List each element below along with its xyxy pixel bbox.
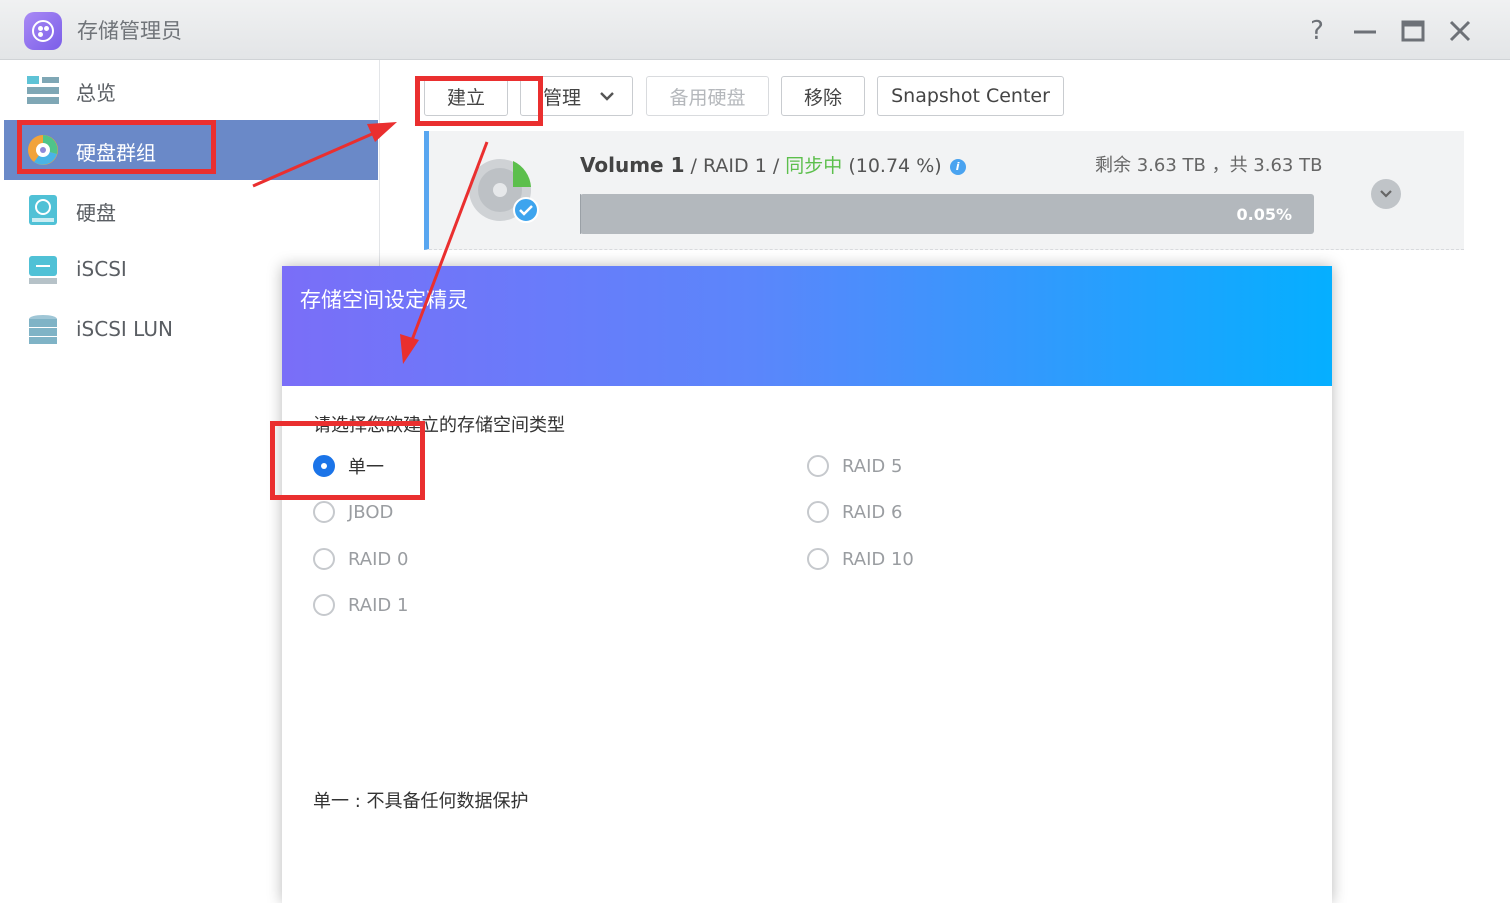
radio-label: RAID 1	[348, 594, 409, 616]
radio-circle[interactable]	[807, 548, 829, 570]
chevron-down-icon	[600, 92, 614, 101]
dialog-title: 存储空间设定精灵	[300, 288, 468, 312]
sync-percent: (10.74 %)	[848, 155, 942, 177]
sidebar-item-label: 硬盘	[76, 201, 116, 225]
iscsi-lun-icon	[29, 315, 57, 344]
manage-label: 管理	[543, 86, 582, 109]
radio-circle[interactable]	[807, 455, 829, 477]
annotation-box-create	[415, 76, 543, 126]
radio-label: RAID 0	[348, 548, 409, 570]
snapshot-center-button[interactable]: Snapshot Center	[877, 76, 1064, 116]
radio-jbod[interactable]: JBOD	[313, 498, 393, 526]
radio-raid0[interactable]: RAID 0	[313, 545, 408, 573]
minimize-button[interactable]	[1348, 14, 1382, 48]
volume-card[interactable]: Volume 1 / RAID 1 / 同步中 (10.74 %) i 剩余 3.…	[424, 131, 1464, 250]
annotation-box-disk-group	[17, 120, 216, 174]
sidebar-item-label: iSCSI	[76, 257, 127, 281]
overview-icon	[27, 76, 59, 104]
radio-label: JBOD	[348, 501, 394, 523]
radio-raid5[interactable]: RAID 5	[807, 452, 902, 480]
storage-manager-app-icon	[24, 12, 62, 50]
annotation-box-single	[270, 421, 425, 500]
info-icon[interactable]: i	[949, 159, 966, 175]
title-bar: 存储管理员 ?	[0, 0, 1510, 60]
sidebar-item-label: 总览	[76, 81, 116, 105]
sidebar-item-overview[interactable]: 总览	[4, 60, 378, 120]
expand-button[interactable]	[1371, 179, 1401, 209]
help-icon[interactable]: ?	[1300, 14, 1334, 48]
radio-circle[interactable]	[313, 548, 335, 570]
chevron-down-icon	[1380, 190, 1392, 198]
remove-button[interactable]: 移除	[781, 76, 865, 116]
volume-type-description: 单一 : 不具备任何数据保护	[313, 791, 529, 812]
volume-raid-type: RAID 1	[703, 155, 767, 177]
volume-capacity: 剩余 3.63 TB ，共 3.63 TB	[1095, 155, 1323, 176]
separator: /	[684, 155, 703, 177]
radio-label: RAID 6	[842, 501, 903, 523]
radio-circle[interactable]	[313, 501, 335, 523]
spare-disk-button[interactable]: 备用硬盘	[646, 76, 769, 116]
sidebar-item-label: iSCSI LUN	[76, 317, 173, 341]
separator: /	[766, 155, 786, 177]
volume-disk-icon	[469, 159, 539, 223]
storage-wizard-dialog: 存储空间设定精灵 请选择您欲建立的存储空间类型 单一 JBOD RAID 0 R…	[282, 266, 1332, 903]
radio-label: RAID 5	[842, 455, 903, 477]
window-title: 存储管理员	[77, 19, 182, 43]
radio-circle[interactable]	[807, 501, 829, 523]
radio-raid1[interactable]: RAID 1	[313, 591, 408, 619]
volume-summary: Volume 1 / RAID 1 / 同步中 (10.74 %) i	[580, 151, 966, 178]
radio-raid6[interactable]: RAID 6	[807, 498, 902, 526]
volume-status: 同步中	[785, 155, 843, 177]
radio-circle[interactable]	[313, 594, 335, 616]
radio-label: RAID 10	[842, 548, 914, 570]
usage-percent: 0.05%	[1236, 205, 1292, 224]
sidebar-item-disk[interactable]: 硬盘	[4, 180, 378, 240]
iscsi-icon	[29, 256, 57, 284]
maximize-button[interactable]	[1396, 14, 1430, 48]
usage-progress-bar: 0.05%	[580, 194, 1314, 234]
close-button[interactable]	[1443, 14, 1477, 48]
dialog-header: 存储空间设定精灵	[282, 266, 1332, 386]
radio-raid10[interactable]: RAID 10	[807, 545, 914, 573]
volume-name: Volume 1	[580, 153, 685, 177]
disk-icon	[29, 195, 57, 225]
